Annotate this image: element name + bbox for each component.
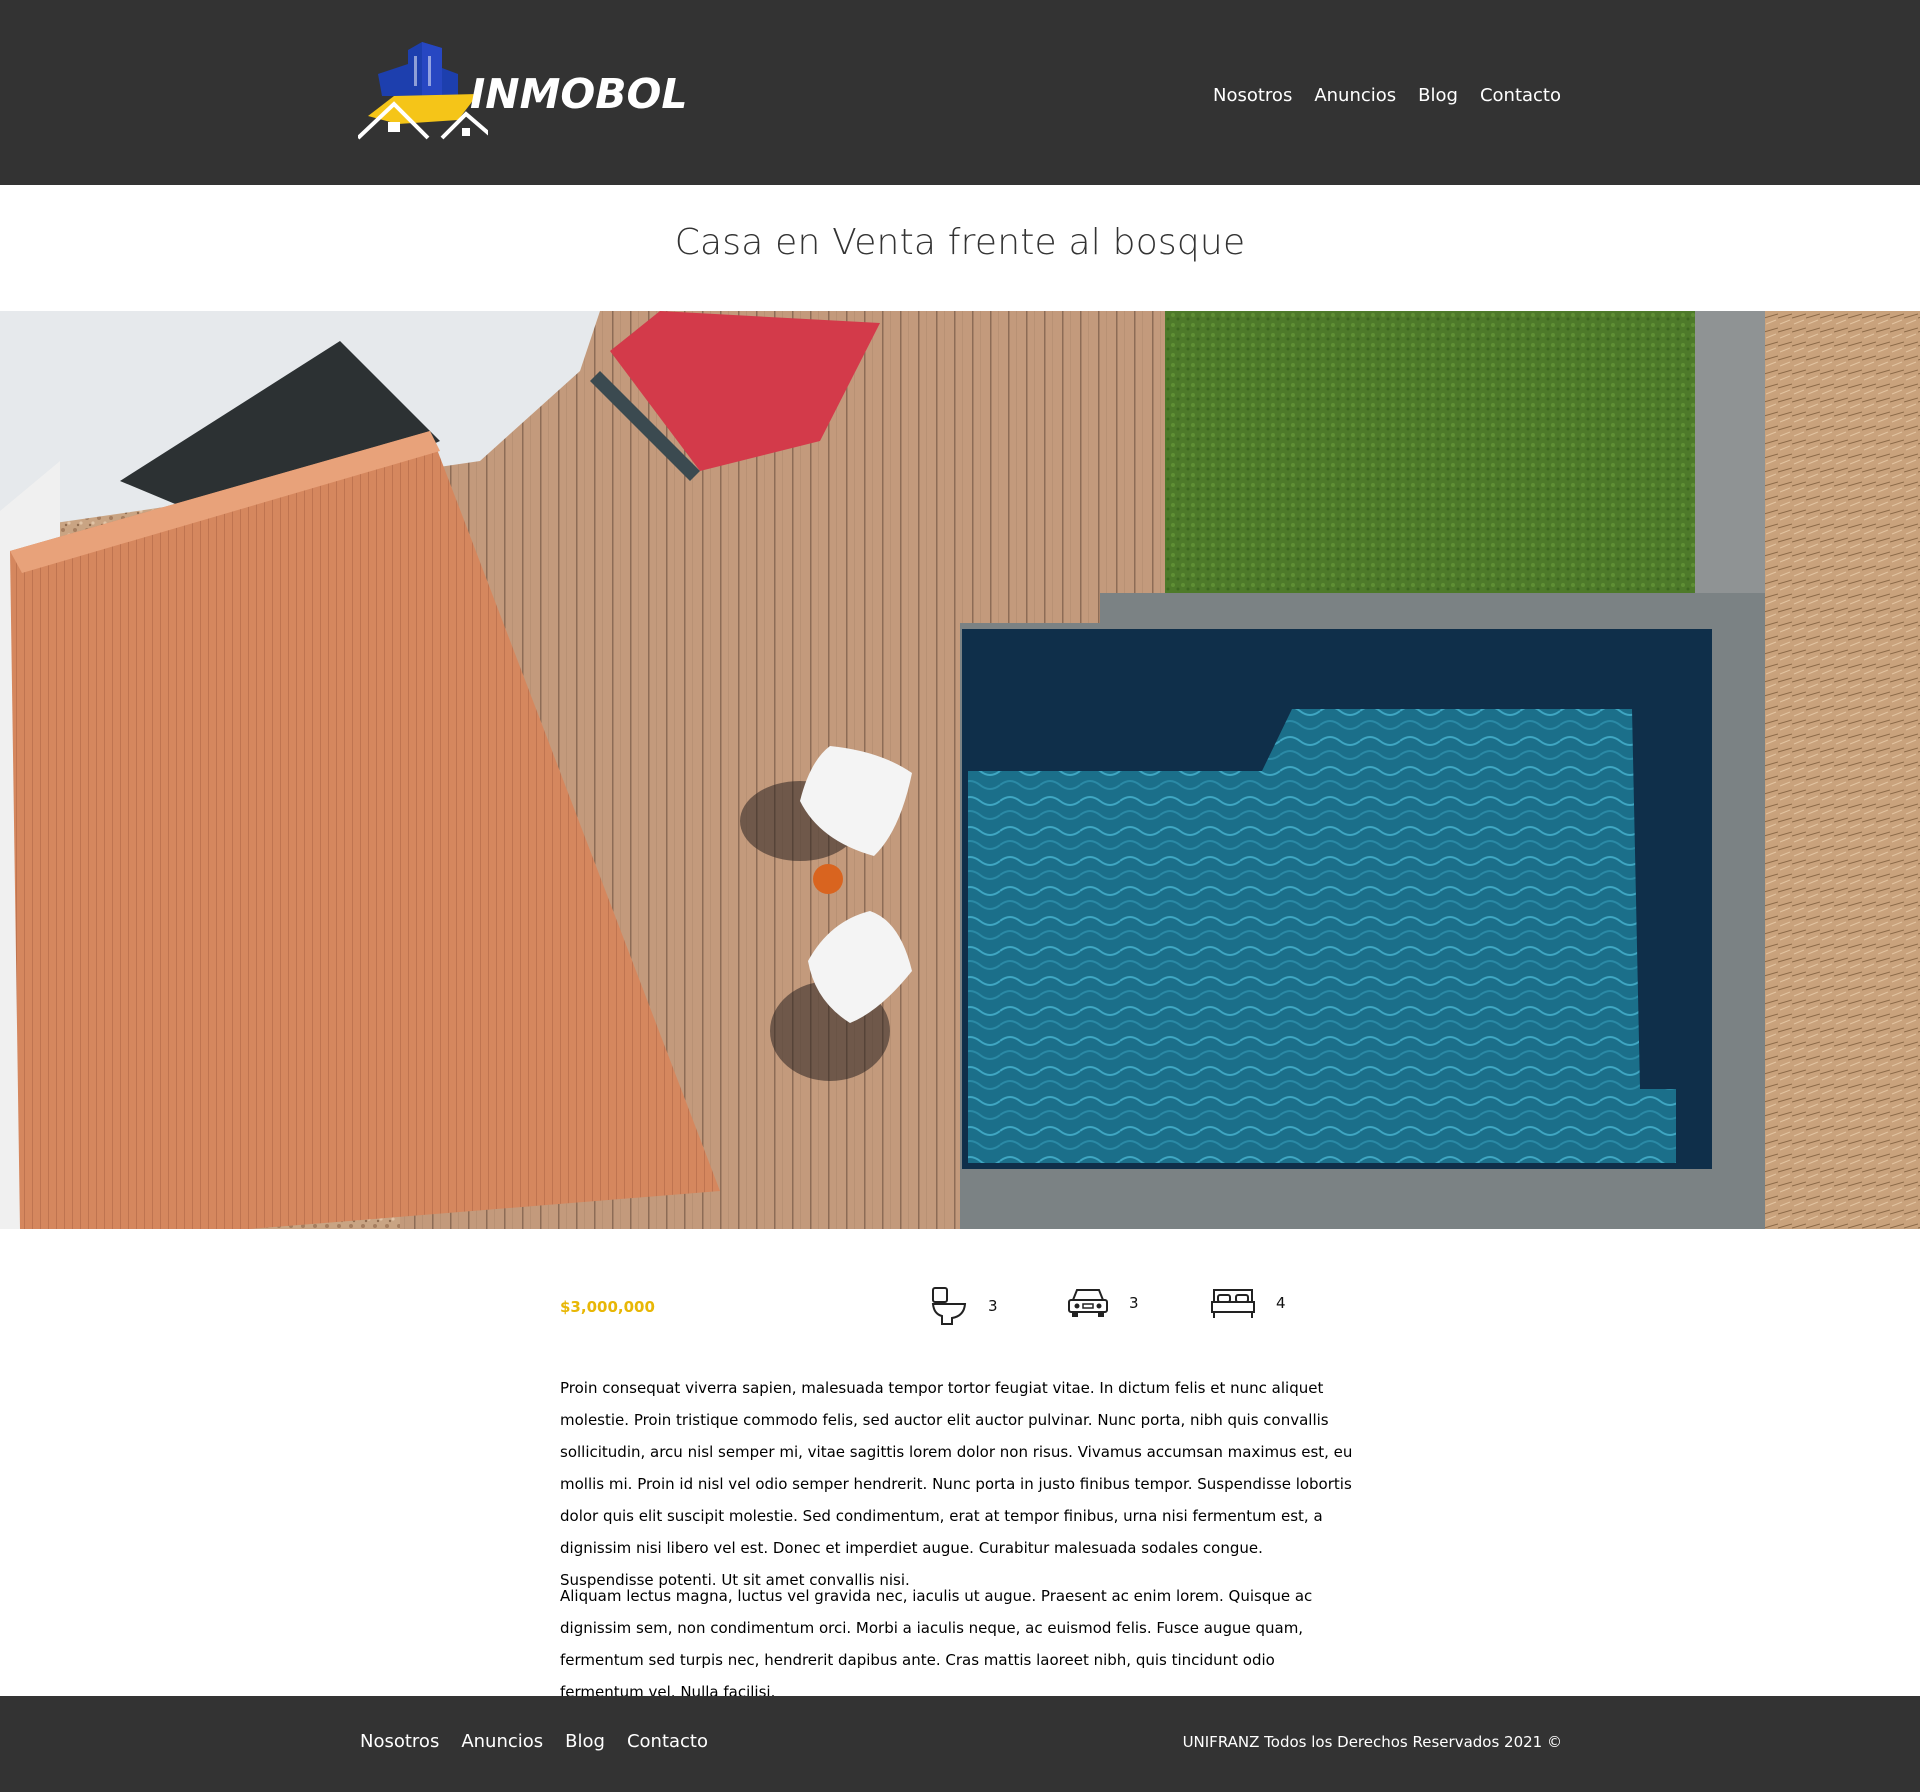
property-price: $3,000,000: [560, 1298, 655, 1316]
feature-parking: 3: [1067, 1286, 1139, 1320]
main-nav: Nosotros Anuncios Blog Contacto: [1213, 84, 1561, 108]
parking-count: 3: [1129, 1294, 1139, 1312]
footer-nav: Nosotros Anuncios Blog Contacto: [360, 1730, 708, 1754]
logo-text: INMOBOL: [470, 70, 688, 118]
footer-nav-anuncios[interactable]: Anuncios: [461, 1730, 543, 1754]
bedrooms-count: 4: [1276, 1294, 1286, 1312]
house-logo-icon: [358, 42, 488, 140]
property-description-1: Proin consequat viverra sapien, malesuad…: [560, 1379, 1353, 1589]
page-title: Casa en Venta frente al bosque: [674, 222, 1246, 263]
aerial-house-pool-image: [0, 311, 1920, 1229]
nav-nosotros[interactable]: Nosotros: [1213, 84, 1292, 108]
copyright: UNIFRANZ Todos los Derechos Reservados 2…: [1182, 1733, 1562, 1751]
nav-contacto[interactable]: Contacto: [1480, 84, 1561, 108]
logo[interactable]: INMOBOL: [358, 38, 687, 144]
nav-anuncios[interactable]: Anuncios: [1314, 84, 1396, 108]
property-image: [0, 311, 1920, 1229]
bed-icon: [1211, 1289, 1255, 1318]
feature-bedrooms: 4: [1210, 1286, 1286, 1320]
footer-nav-blog[interactable]: Blog: [565, 1730, 605, 1754]
footer-nav-nosotros[interactable]: Nosotros: [360, 1730, 439, 1754]
car-icon: [1068, 1289, 1108, 1317]
site-header: INMOBOL Nosotros Anuncios Blog Contacto: [0, 0, 1920, 185]
footer-nav-contacto[interactable]: Contacto: [627, 1730, 708, 1754]
property-description-2: Aliquam lectus magna, luctus vel gravida…: [560, 1587, 1313, 1701]
bathrooms-count: 3: [988, 1297, 998, 1315]
feature-bathrooms: 3: [930, 1286, 998, 1326]
nav-blog[interactable]: Blog: [1418, 84, 1458, 108]
toilet-icon: [931, 1287, 967, 1325]
site-footer: Nosotros Anuncios Blog Contacto UNIFRANZ…: [0, 1696, 1920, 1792]
